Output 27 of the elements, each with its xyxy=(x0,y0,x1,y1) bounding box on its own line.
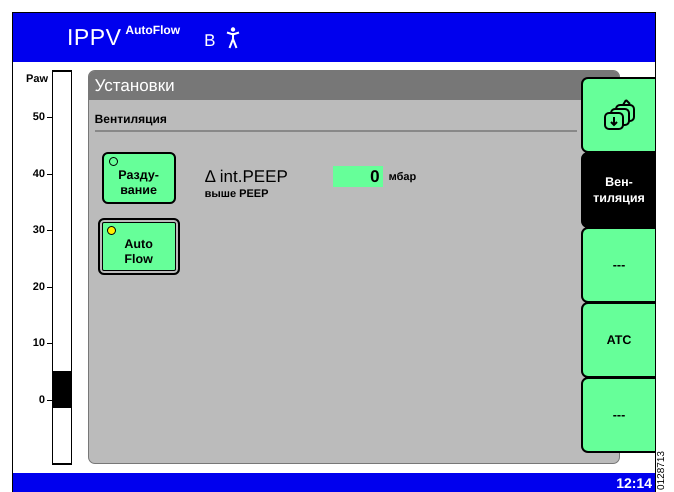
side-tab[interactable]: --- xyxy=(581,377,655,453)
scale-label: 40 xyxy=(32,166,45,180)
scale-label: 50 xyxy=(32,110,45,124)
parameter-name: Δ int.PEEP xyxy=(204,166,289,186)
scale-label: 10 xyxy=(32,336,45,350)
scale-label: 20 xyxy=(32,280,45,294)
side-tab[interactable]: --- xyxy=(581,227,655,303)
figure-id: 0128713 xyxy=(656,451,667,490)
side-tab[interactable]: Вен- тиляция xyxy=(581,152,655,228)
clock-time: 12:14 xyxy=(616,474,652,490)
parameter-note: выше PEEP xyxy=(204,188,270,200)
mode-button[interactable]: Auto Flow xyxy=(98,218,180,275)
ventilation-mode: IPPV xyxy=(67,24,122,51)
scale-label: 30 xyxy=(32,223,45,237)
mode-button[interactable]: Разду- вание xyxy=(102,152,176,204)
parameter-value[interactable]: 0 xyxy=(332,166,383,187)
stacked-cards-icon xyxy=(602,98,636,132)
parameter-unit: мбар xyxy=(388,170,416,182)
gauge-label: Paw xyxy=(26,73,48,85)
side-tab[interactable] xyxy=(581,77,655,153)
panel-title: Установки xyxy=(88,71,619,100)
patient-type: B xyxy=(204,30,216,50)
mode-suffix: AutoFlow xyxy=(125,23,180,37)
section-title: Вентиляция xyxy=(94,112,577,132)
scale-label: 0 xyxy=(38,392,45,406)
person-icon xyxy=(225,26,242,48)
side-tab[interactable]: ATC xyxy=(581,302,655,378)
